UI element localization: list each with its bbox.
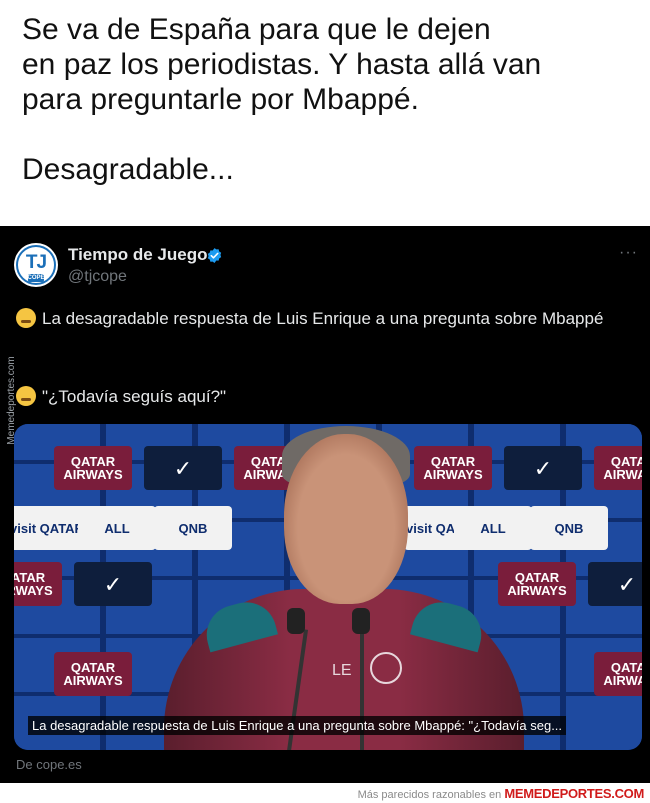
avatar[interactable]: TJ COPE [14,243,58,287]
nike-swoosh-icon: ✓ [504,446,582,490]
footer-brand[interactable]: MEMEDEPORTES.COM [504,786,644,801]
sponsor-qatar: QATAR AIRWAYS [414,446,492,490]
media-caption: La desagradable respuesta de Luis Enriqu… [28,716,567,735]
footer-prefix: Más parecidos razonables en [357,789,502,801]
microphone-icon [287,608,305,634]
sad-face-emoji-icon [16,308,36,328]
face-emoji-icon [16,386,36,406]
nike-swoosh-icon: ✓ [144,446,222,490]
shirt-initials: LE [332,662,352,679]
avatar-logo-text: TJ [25,252,47,273]
tweet-text-line-2: "¿Todavía seguís aquí?" [16,384,226,409]
sponsor-qnb: QNB [530,506,608,550]
sponsor-qatar: QATAR AIRWAYS [594,652,642,696]
tweet-quote: "¿Todavía seguís aquí?" [42,387,227,406]
tweet-card[interactable]: TJ COPE Tiempo de Juego @tjcope ··· La d… [0,226,650,783]
account-handle[interactable]: @tjcope [68,268,127,286]
account-name[interactable]: Tiempo de Juego [68,245,208,265]
nike-swoosh-icon: ✓ [74,562,152,606]
meme-caption: Se va de España para que le dejen en paz… [22,13,542,186]
sponsor-all: ALL [454,506,532,550]
sponsor-qatar: QATAR AIRWAYS [54,652,132,696]
nike-swoosh-icon: ✓ [588,562,642,606]
sponsor-visit-qatar: visit QATAR [14,506,86,550]
sponsor-qatar: QATAR AIRWAYS [594,446,642,490]
sponsor-qatar: QATAR AIRWAYS [14,562,62,606]
sponsor-all: ALL [78,506,156,550]
speaker-face [284,434,408,604]
tweet-text-line-1: La desagradable respuesta de Luis Enriqu… [16,306,626,331]
footer-credit: Más parecidos razonables en MEMEDEPORTES… [357,786,645,801]
video-media[interactable]: QATAR AIRWAYS ✓ QATAR AIRWAYS QATAR AIRW… [14,424,642,750]
more-options-icon[interactable]: ··· [619,244,638,262]
verified-badge-icon [207,248,222,263]
tweet-text-1: La desagradable respuesta de Luis Enriqu… [42,309,604,328]
sponsor-qnb: QNB [154,506,232,550]
footer-bar: Más parecidos razonables en MEMEDEPORTES… [0,783,650,803]
sponsor-qatar: QATAR AIRWAYS [498,562,576,606]
microphone-icon [352,608,370,634]
sponsor-qatar: QATAR AIRWAYS [54,446,132,490]
avatar-sub-text: COPE [27,275,45,281]
side-watermark: Memedeportes.com [6,356,17,445]
club-crest-icon [370,652,402,684]
link-source[interactable]: De cope.es [16,757,82,772]
